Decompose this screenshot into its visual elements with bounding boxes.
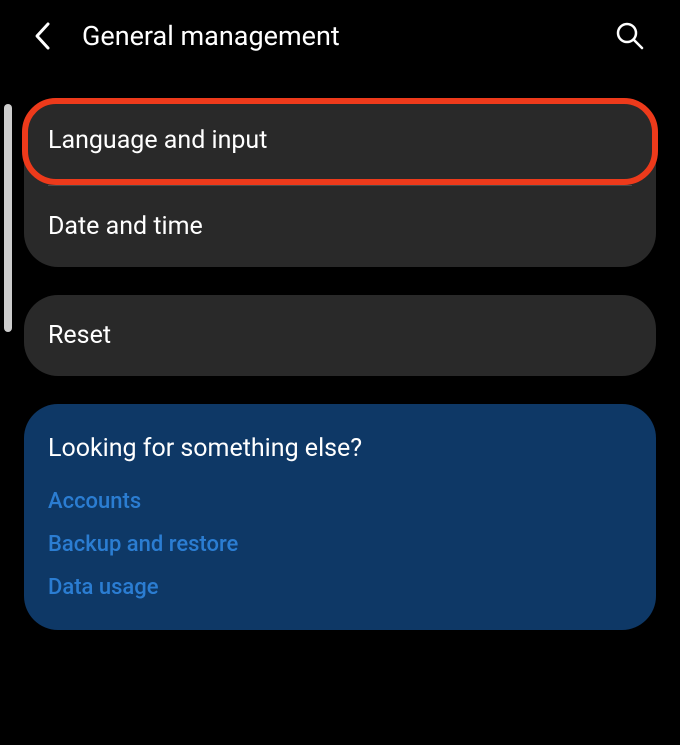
scroll-indicator[interactable]: [4, 104, 12, 332]
date-and-time-item[interactable]: Date and time: [24, 186, 656, 267]
language-and-input-item[interactable]: Language and input: [22, 98, 658, 185]
page-title: General management: [82, 20, 612, 52]
suggestions-card: Looking for something else? Accounts Bac…: [24, 404, 656, 630]
data-usage-link[interactable]: Data usage: [48, 575, 632, 600]
reset-item[interactable]: Reset: [24, 295, 656, 376]
header: General management: [0, 0, 680, 72]
search-button[interactable]: [612, 18, 648, 54]
chevron-left-icon: [33, 21, 51, 51]
suggestions-title: Looking for something else?: [48, 434, 632, 463]
back-button[interactable]: [24, 18, 60, 54]
settings-group-2: Reset: [24, 295, 656, 376]
settings-group-1: Language and input Date and time: [24, 98, 656, 267]
accounts-link[interactable]: Accounts: [48, 489, 632, 514]
backup-restore-link[interactable]: Backup and restore: [48, 532, 632, 557]
search-icon: [615, 21, 645, 51]
